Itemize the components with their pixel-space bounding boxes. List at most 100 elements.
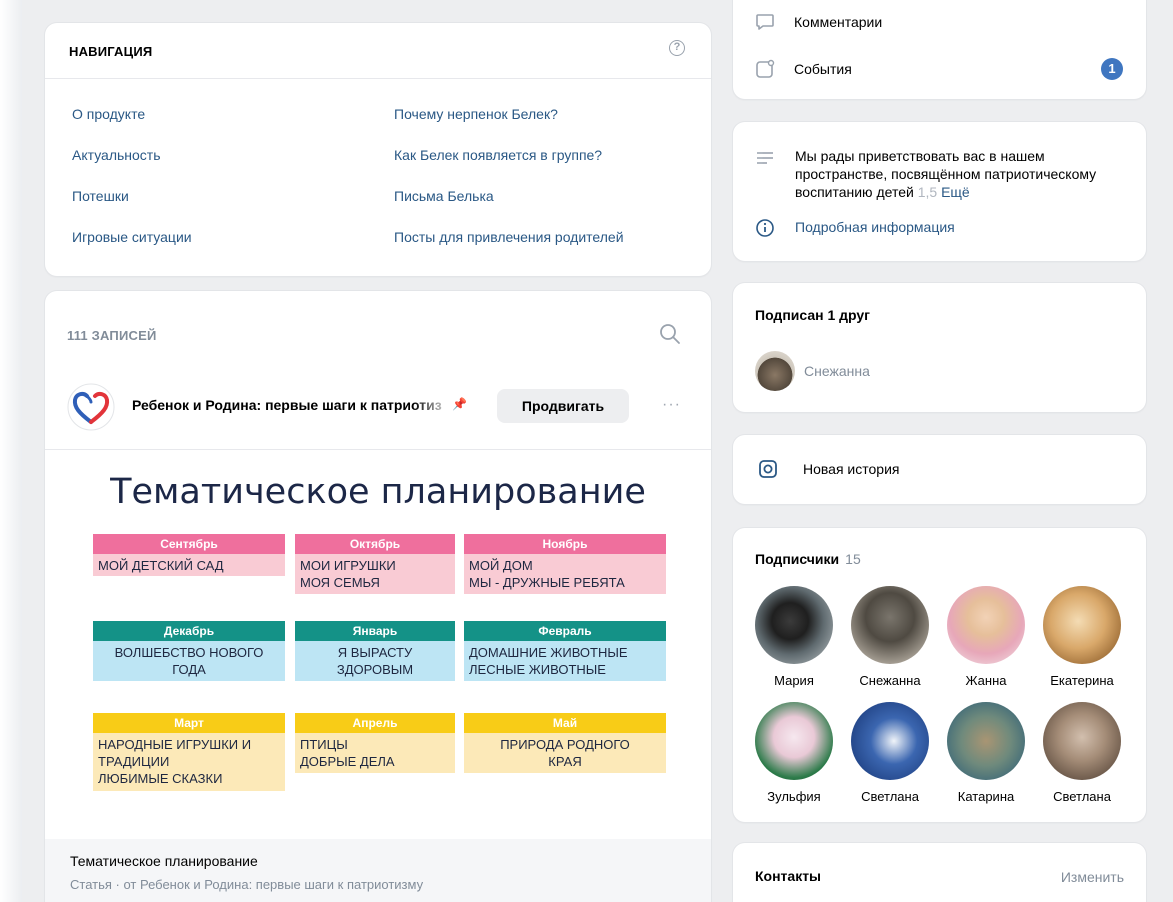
search-icon[interactable] bbox=[659, 323, 681, 345]
topic: Мы - дружные ребята bbox=[469, 575, 625, 590]
contacts-card: Контакты Изменить bbox=[733, 843, 1146, 902]
left-edge-decoration bbox=[0, 0, 22, 902]
nav-link-why-belek[interactable]: Почему нерпенок Белек? bbox=[394, 106, 558, 122]
more-options-icon[interactable]: ··· bbox=[662, 396, 681, 414]
contacts-title: Контакты bbox=[755, 868, 822, 884]
topic: Народные игрушки и bbox=[98, 737, 252, 752]
subscriber-name[interactable]: Катарина bbox=[938, 789, 1034, 804]
month-topics: Птицы Добрые дела bbox=[295, 733, 455, 773]
help-icon[interactable]: ? bbox=[669, 40, 685, 56]
avatar[interactable] bbox=[755, 351, 795, 391]
camera-icon bbox=[759, 460, 777, 478]
comments-link[interactable]: Комментарии bbox=[794, 14, 882, 30]
month-topics: Мой дом Мы - дружные ребята bbox=[464, 554, 666, 594]
avatar[interactable] bbox=[755, 586, 833, 664]
posts-count: 111 ЗАПИСЕЙ bbox=[67, 328, 157, 343]
topic: Мой детский сад bbox=[98, 558, 224, 573]
new-story-button[interactable]: Новая история bbox=[803, 461, 899, 477]
nav-link-how-belek-appears[interactable]: Как Белек появляется в группе? bbox=[394, 147, 602, 163]
friends-title: Подписан 1 друг bbox=[755, 307, 871, 323]
month-topics: Домашние животные Лесные животные bbox=[464, 641, 666, 681]
events-link[interactable]: События bbox=[794, 61, 852, 77]
subscribers-title[interactable]: Подписчики 15 bbox=[755, 551, 861, 567]
more-info-link[interactable]: Подробная информация bbox=[795, 219, 955, 235]
month-topics: Народные игрушки и традиции Любимые сказ… bbox=[93, 733, 285, 791]
navigation-title: НАВИГАЦИЯ bbox=[69, 44, 153, 59]
topic: Домашние животные bbox=[469, 645, 628, 660]
month-header: Ноябрь bbox=[464, 534, 666, 554]
topic: Добрые дела bbox=[300, 754, 395, 769]
description-more-link[interactable]: Ещё bbox=[941, 184, 970, 200]
subscriber-name[interactable]: Светлана bbox=[842, 789, 938, 804]
topic: Лесные животные bbox=[469, 662, 606, 677]
avatar[interactable] bbox=[947, 702, 1025, 780]
events-badge: 1 bbox=[1101, 58, 1123, 80]
subscriber-name[interactable]: Екатерина bbox=[1034, 673, 1130, 688]
divider bbox=[45, 78, 711, 79]
topic: года bbox=[172, 662, 206, 677]
month-header: Февраль bbox=[464, 621, 666, 641]
post-image[interactable]: Тематическое планирование Сентябрь Мой д… bbox=[45, 449, 711, 839]
nav-link-about[interactable]: О продукте bbox=[72, 106, 145, 122]
description-card: Мы рады приветствовать вас в нашем прост… bbox=[733, 122, 1146, 261]
edit-contacts-link[interactable]: Изменить bbox=[1061, 869, 1124, 885]
article-title[interactable]: Тематическое планирование bbox=[70, 853, 258, 869]
topic: Любимые сказки bbox=[98, 771, 223, 786]
topic: Природа родного bbox=[500, 737, 630, 752]
text-lines-icon bbox=[757, 152, 773, 164]
month-header: Март bbox=[93, 713, 285, 733]
month-header: Май bbox=[464, 713, 666, 733]
discussion-card: Комментарии События 1 bbox=[733, 0, 1146, 99]
subscribers-card: Подписчики 15 Мария Снежанна Жанна Екатер… bbox=[733, 528, 1146, 822]
topic: здоровым bbox=[336, 662, 414, 677]
description-fade: 1,5 bbox=[917, 184, 938, 200]
topic: Мои игрушки bbox=[300, 558, 396, 573]
subscriber-name[interactable]: Мария bbox=[746, 673, 842, 688]
avatar[interactable] bbox=[851, 586, 929, 664]
month-header: Январь bbox=[295, 621, 455, 641]
month-topics: Я вырасту здоровым bbox=[295, 641, 455, 681]
wall-card: 111 ЗАПИСЕЙ Ребенок и Родина: первые шаг… bbox=[45, 291, 711, 902]
avatar[interactable] bbox=[1043, 586, 1121, 664]
article-footer[interactable]: Тематическое планирование Статья · от Ре… bbox=[45, 839, 711, 902]
topic: Мой дом bbox=[469, 558, 533, 573]
avatar[interactable] bbox=[1043, 702, 1121, 780]
subscribers-count: 15 bbox=[845, 551, 861, 567]
promote-button[interactable]: Продвигать bbox=[497, 389, 629, 423]
info-icon bbox=[756, 219, 774, 237]
topic: края bbox=[548, 754, 582, 769]
month-topics: Мой детский сад bbox=[93, 554, 285, 576]
month-header: Апрель bbox=[295, 713, 455, 733]
article-subtitle: Статья · от Ребенок и Родина: первые шаг… bbox=[70, 877, 424, 892]
nav-link-relevance[interactable]: Актуальность bbox=[72, 147, 161, 163]
friend-name[interactable]: Снежанна bbox=[804, 363, 870, 379]
subscriber-name[interactable]: Зульфия bbox=[746, 789, 842, 804]
month-topics: Природа родного края bbox=[464, 733, 666, 773]
avatar[interactable] bbox=[755, 702, 833, 780]
topic: Я вырасту bbox=[337, 645, 413, 660]
subscriber-name[interactable]: Светлана bbox=[1034, 789, 1130, 804]
subscriber-name[interactable]: Жанна bbox=[938, 673, 1034, 688]
text-fade bbox=[413, 391, 453, 421]
pin-icon: 📌 bbox=[452, 397, 467, 411]
month-header: Октябрь bbox=[295, 534, 455, 554]
community-description: Мы рады приветствовать вас в нашем прост… bbox=[795, 147, 1135, 201]
month-topics: Волшебство нового года bbox=[93, 641, 285, 681]
post-author[interactable]: Ребенок и Родина: первые шаги к патриоти… bbox=[132, 397, 442, 413]
story-card[interactable]: Новая история bbox=[733, 435, 1146, 504]
nav-link-belek-letters[interactable]: Письма Белька bbox=[394, 188, 494, 204]
topic: Волшебство нового bbox=[114, 645, 264, 660]
subscribers-label: Подписчики bbox=[755, 551, 840, 567]
community-logo-icon[interactable] bbox=[67, 383, 115, 431]
nav-link-nursery-rhymes[interactable]: Потешки bbox=[72, 188, 129, 204]
comment-icon bbox=[756, 14, 774, 30]
nav-link-game-situations[interactable]: Игровые ситуации bbox=[72, 229, 192, 245]
topic: Птицы bbox=[300, 737, 348, 752]
topic: Моя семья bbox=[300, 575, 380, 590]
image-title: Тематическое планирование bbox=[110, 472, 646, 512]
subscriber-name[interactable]: Снежанна bbox=[842, 673, 938, 688]
nav-link-parent-posts[interactable]: Посты для привлечения родителей bbox=[394, 229, 624, 245]
topic: традиции bbox=[98, 754, 170, 769]
avatar[interactable] bbox=[947, 586, 1025, 664]
avatar[interactable] bbox=[851, 702, 929, 780]
